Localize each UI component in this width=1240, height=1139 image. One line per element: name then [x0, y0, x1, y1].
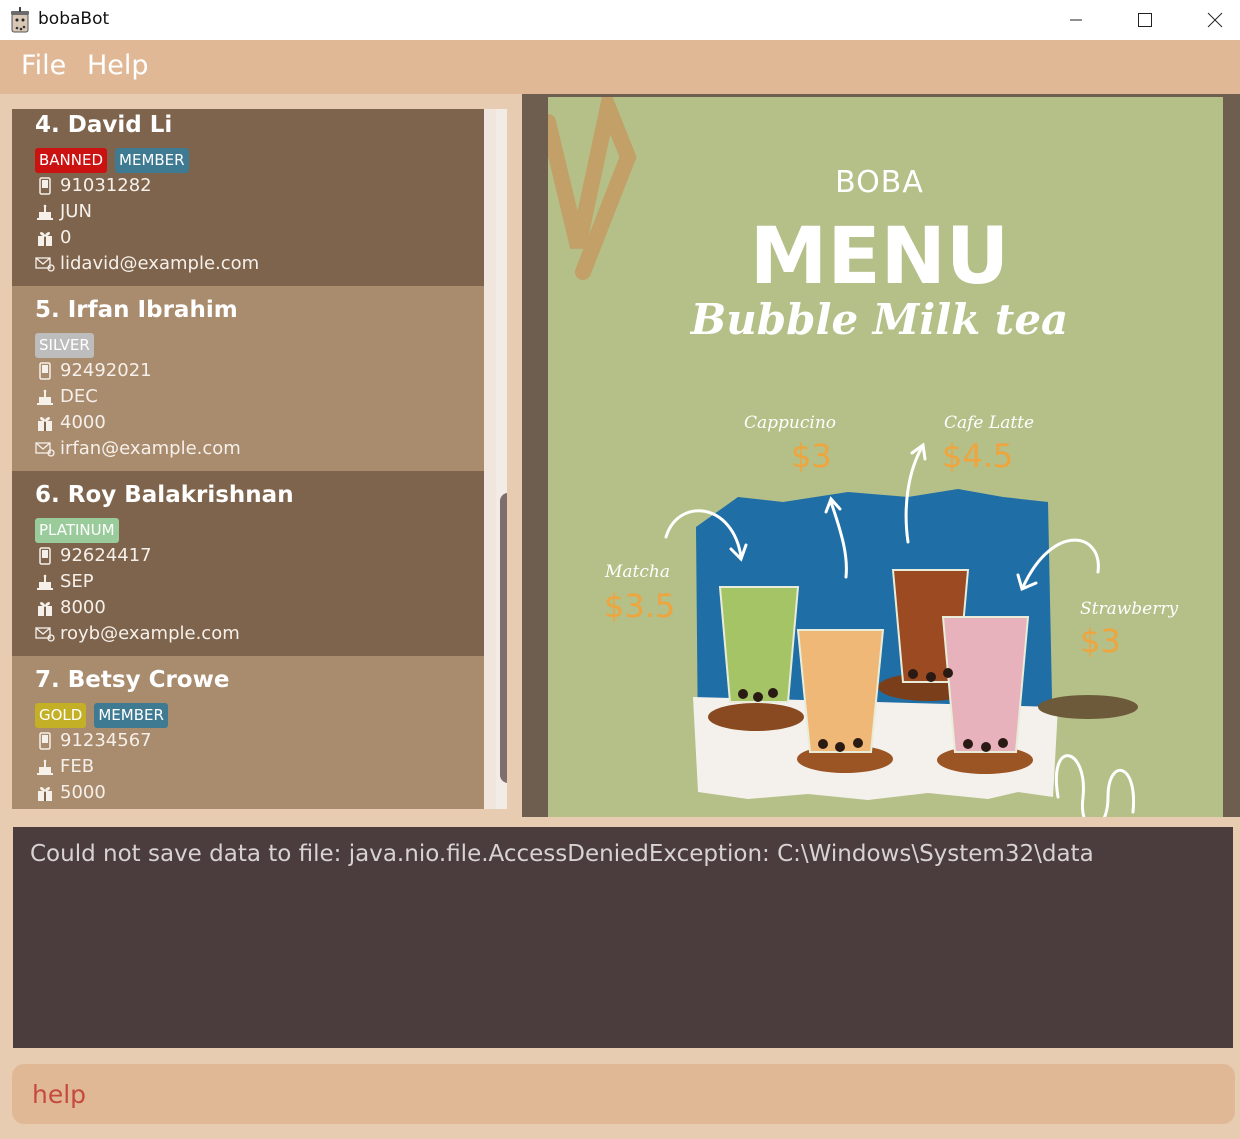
person-phone-value: 92492021 [60, 360, 152, 381]
person-phone: 92492021 [35, 360, 152, 381]
mail-icon [35, 254, 55, 274]
person-card[interactable]: 7. Betsy Crowe GOLD MEMBER 91234567 FEB 5000 [12, 656, 484, 809]
menu-file[interactable]: File [21, 50, 66, 81]
person-birthday: DEC [35, 386, 98, 407]
tag-member: MEMBER [94, 703, 168, 728]
person-points: 0 [35, 227, 71, 248]
person-birthday-value: SEP [60, 571, 94, 592]
person-card[interactable]: 4. David Li BANNED MEMBER 91031282 JUN 0 lidav… [12, 109, 484, 286]
person-points: 4000 [35, 412, 106, 433]
person-name: 6. Roy Balakrishnan [35, 482, 294, 508]
menu-poster-image: BOBA MENU Bubble Milk tea Cappucino $3 C… [548, 97, 1223, 817]
person-birthday: SEP [35, 571, 94, 592]
command-box[interactable] [12, 1064, 1235, 1124]
result-message: Could not save data to file: java.nio.fi… [30, 841, 1094, 867]
poster-graphic [548, 97, 1138, 817]
person-points-value: 4000 [60, 412, 106, 433]
poster-brand: BOBA [835, 165, 924, 200]
item-price-matcha: $3.5 [604, 587, 676, 625]
tag-member: MEMBER [115, 148, 189, 173]
app-logo-icon [11, 7, 29, 33]
poster-subtitle: Bubble Milk tea [690, 295, 1069, 344]
person-card[interactable]: 5. Irfan Ibrahim SILVER 92492021 DEC 4000 irf… [12, 286, 484, 471]
cake-icon [35, 387, 55, 407]
gift-icon [35, 598, 55, 618]
item-name-cafe-latte: Cafe Latte [944, 413, 1035, 433]
menu-help[interactable]: Help [87, 50, 149, 81]
gift-icon [35, 413, 55, 433]
person-email-value: lidavid@example.com [60, 253, 260, 274]
person-birthday-value: FEB [60, 756, 95, 777]
phone-icon [35, 176, 55, 196]
person-email: irfan@example.com [35, 438, 241, 459]
item-price-strawberry: $3 [1080, 622, 1121, 660]
person-points-value: 0 [60, 227, 72, 248]
tag-silver: SILVER [35, 333, 94, 358]
phone-icon [35, 361, 55, 381]
person-name: 7. Betsy Crowe [35, 667, 230, 693]
person-phone-value: 91031282 [60, 175, 152, 196]
item-name-matcha: Matcha [605, 562, 670, 582]
person-name: 5. Irfan Ibrahim [35, 297, 238, 323]
person-email-value: royb@example.com [60, 623, 240, 644]
tag-list: BANNED MEMBER [35, 148, 189, 173]
person-email: lidavid@example.com [35, 253, 259, 274]
person-phone-value: 91234567 [60, 730, 152, 751]
item-price-cappucino: $3 [791, 437, 832, 475]
item-name-cappucino: Cappucino [744, 413, 836, 433]
scrollbar-thumb[interactable] [500, 493, 507, 783]
person-points-value: 8000 [60, 597, 106, 618]
tag-list: SILVER [35, 333, 94, 358]
poster-headline: MENU [749, 212, 1010, 302]
tag-list: PLATINUM [35, 518, 119, 543]
person-list[interactable]: 4. David Li BANNED MEMBER 91031282 JUN 0 lidav… [12, 109, 507, 809]
gift-icon [35, 228, 55, 248]
person-phone: 91234567 [35, 730, 152, 751]
cake-icon [35, 202, 55, 222]
cake-icon [35, 757, 55, 777]
item-price-cafe-latte: $4.5 [942, 437, 1014, 475]
person-phone: 91031282 [35, 175, 152, 196]
person-points-value: 5000 [60, 782, 106, 803]
result-display: Could not save data to file: java.nio.fi… [13, 827, 1233, 1048]
person-points: 5000 [35, 782, 106, 803]
person-points: 8000 [35, 597, 106, 618]
item-name-strawberry: Strawberry [1080, 599, 1179, 619]
tag-list: GOLD MEMBER [35, 703, 168, 728]
cake-icon [35, 572, 55, 592]
person-birthday: JUN [35, 201, 92, 222]
person-birthday-value: DEC [60, 386, 98, 407]
person-card[interactable]: 6. Roy Balakrishnan PLATINUM 92624417 SEP 80… [12, 471, 484, 656]
person-birthday-value: JUN [60, 201, 92, 222]
person-phone: 92624417 [35, 545, 152, 566]
person-birthday: FEB [35, 756, 94, 777]
mail-icon [35, 439, 55, 459]
mail-icon [35, 624, 55, 644]
close-button[interactable] [1192, 0, 1238, 40]
tag-platinum: PLATINUM [35, 518, 119, 543]
person-name: 4. David Li [35, 112, 173, 138]
phone-icon [35, 731, 55, 751]
maximize-icon [1138, 13, 1152, 27]
title-bar: bobaBot [0, 0, 1240, 40]
menu-bar: File Help [0, 40, 1240, 94]
phone-icon [35, 546, 55, 566]
person-email: royb@example.com [35, 623, 240, 644]
close-icon [1207, 12, 1223, 28]
command-input[interactable] [12, 1064, 1235, 1124]
minimize-icon [1070, 19, 1082, 21]
person-phone-value: 92624417 [60, 545, 152, 566]
person-email-value: irfan@example.com [60, 438, 241, 459]
gift-icon [35, 783, 55, 803]
tag-gold: GOLD [35, 703, 87, 728]
window-title: bobaBot [38, 9, 110, 29]
maximize-button[interactable] [1122, 0, 1168, 40]
tag-banned: BANNED [35, 148, 108, 173]
minimize-button[interactable] [1053, 0, 1099, 40]
